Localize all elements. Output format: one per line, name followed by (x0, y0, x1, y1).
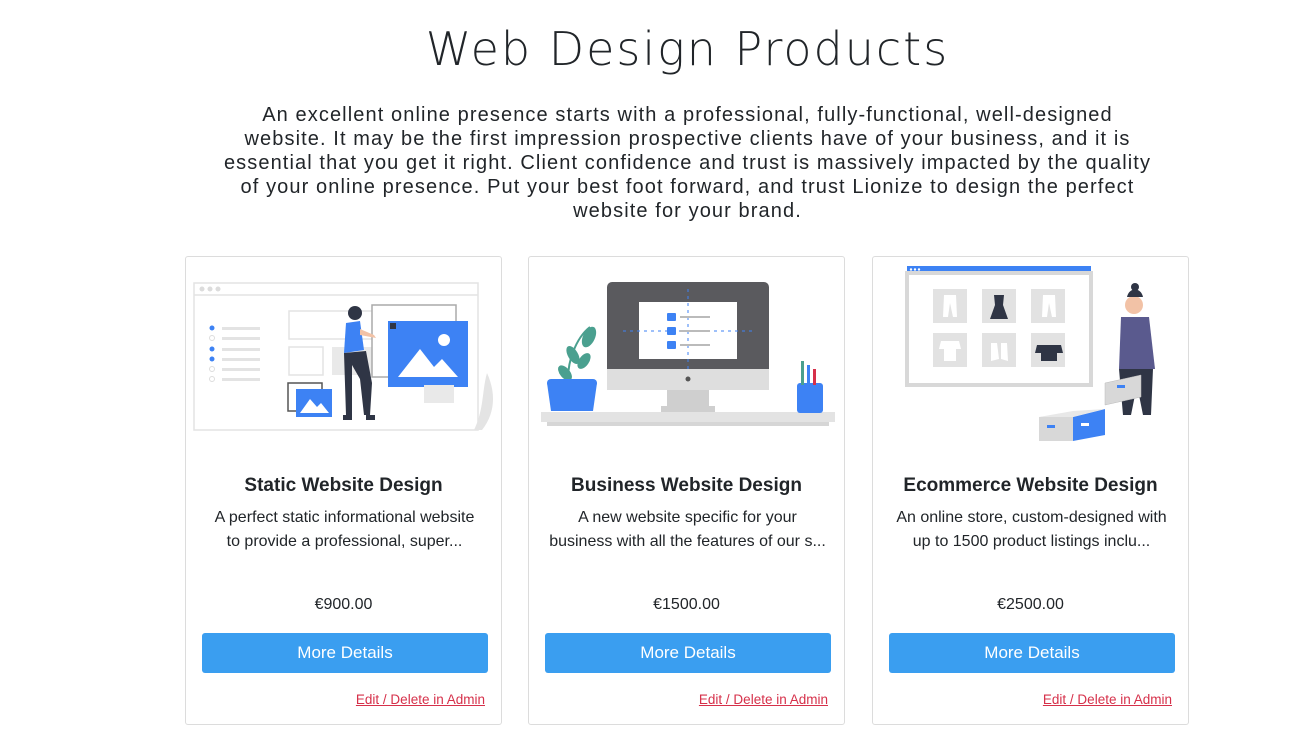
product-description: A perfect static informational website t… (206, 506, 483, 554)
description-line: A new website specific for your (578, 509, 797, 526)
page-title: Web Design Products (425, 22, 950, 76)
intro-line: website for your brand. (573, 200, 802, 222)
edit-delete-admin-link[interactable]: Edit / Delete in Admin (1043, 692, 1172, 707)
description-line: An online store, custom-designed with (896, 509, 1167, 526)
product-card-static: Static Website Design A perfect static i… (185, 256, 502, 725)
intro-line: website. It may be the first impression … (244, 128, 1131, 150)
description-line: to provide a professional, super... (226, 533, 463, 550)
product-card-ecommerce: Ecommerce Website Design An online store… (872, 256, 1189, 725)
product-price: €2500.00 (997, 596, 1064, 613)
description-line: business with all the features of our s.… (549, 533, 826, 550)
ecommerce-website-illustration (905, 266, 1155, 441)
description-line: A perfect static informational website (214, 509, 475, 526)
intro-line: of your online presence. Put your best f… (240, 176, 1135, 198)
product-title: Ecommerce Website Design (903, 475, 1158, 496)
edit-delete-admin-link[interactable]: Edit / Delete in Admin (699, 692, 828, 707)
intro-line: An excellent online presence starts with… (262, 104, 1113, 126)
more-details-button[interactable]: More Details (889, 633, 1175, 673)
static-website-illustration (193, 282, 494, 431)
intro-line: essential that you get it right. Client … (223, 152, 1152, 174)
product-price: €900.00 (314, 596, 373, 613)
product-description: A new website specific for your business… (549, 506, 826, 554)
more-details-button[interactable]: More Details (545, 633, 831, 673)
product-title: Business Website Design (571, 475, 802, 496)
more-details-button[interactable]: More Details (202, 633, 488, 673)
business-website-illustration (541, 282, 835, 426)
product-price: €1500.00 (653, 596, 720, 613)
edit-delete-admin-link[interactable]: Edit / Delete in Admin (356, 692, 485, 707)
product-title: Static Website Design (244, 475, 443, 496)
product-description: An online store, custom-designed with up… (893, 506, 1170, 554)
product-card-business: Business Website Design A new website sp… (528, 256, 845, 725)
description-line: up to 1500 product listings inclu... (912, 533, 1151, 550)
intro-paragraph: An excellent online presence starts with… (200, 103, 1175, 223)
